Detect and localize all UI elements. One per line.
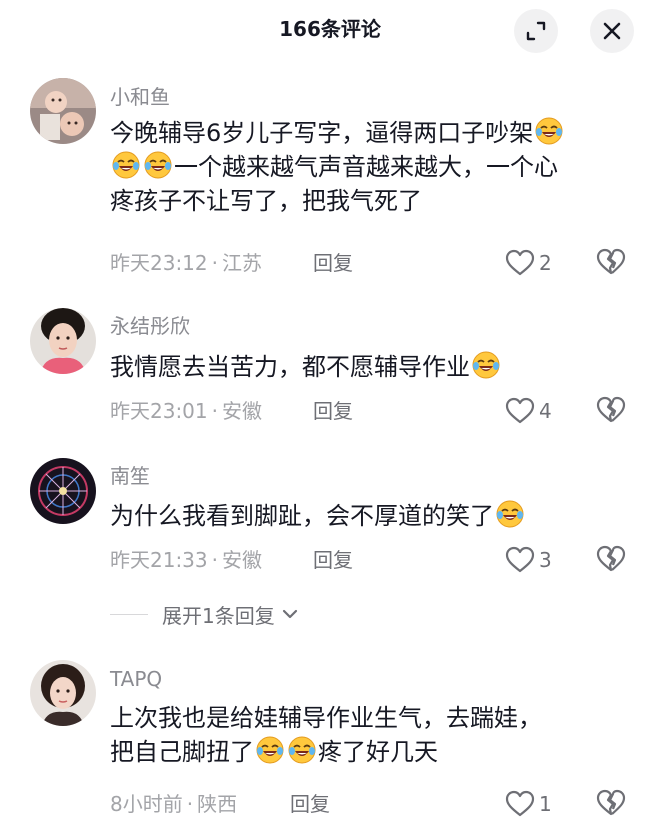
comment-time: 昨天23:12 [110, 251, 208, 275]
close-icon [603, 22, 621, 40]
laughing-crying-emoji-icon [472, 351, 500, 379]
comment-line: 我情愿去当苦力，都不愿辅导作业 [110, 350, 640, 384]
comment-text-segment: 为什么我看到脚趾，会不厚道的笑了 [110, 502, 494, 530]
comment-meta: 8小时前 · 陕西 [110, 792, 238, 816]
like-count: 3 [539, 548, 552, 572]
reply-button[interactable]: 回复 [313, 397, 353, 425]
comment-line: 为什么我看到脚趾，会不厚道的笑了 [110, 499, 640, 533]
laughing-crying-emoji-icon [288, 736, 316, 764]
expand-replies-label: 展开1条回复 [162, 603, 275, 628]
broken-heart-icon [596, 396, 626, 423]
like-button[interactable]: 2 [505, 248, 552, 278]
comment-text-segment: 把自己脚扭了 [110, 738, 254, 766]
comment-line: 今晚辅导6岁儿子写字，逼得两口子吵架 [110, 116, 640, 150]
comment-meta: 昨天23:01 · 安徽 [110, 399, 262, 423]
comments-header: 166条评论 [0, 0, 660, 64]
close-button[interactable] [590, 9, 634, 53]
avatar[interactable] [30, 458, 96, 524]
comment-line: 一个越来越气声音越来越大，一个心 [110, 150, 640, 184]
comment-line: 把自己脚扭了 疼了好几天 [110, 735, 640, 769]
dislike-button[interactable] [596, 789, 626, 819]
laughing-crying-emoji-icon [144, 151, 172, 179]
chevron-down-icon [282, 609, 297, 619]
comment-time: 8小时前 [110, 792, 183, 816]
comment-text-segment: 今晚辅导6岁儿子写字，逼得两口子吵架 [110, 119, 534, 147]
dislike-button[interactable] [596, 248, 626, 278]
heart-outline-icon [505, 546, 535, 573]
comment-username[interactable]: 永结彤欣 [110, 313, 190, 339]
heart-outline-icon [505, 397, 535, 424]
dislike-button[interactable] [596, 545, 626, 575]
comment-meta: 昨天23:12 · 江苏 [110, 251, 262, 275]
comment-text: 上次我也是给娃辅导作业生气，去踹娃， 把自己脚扭了 疼了好几天 [110, 701, 640, 769]
comments-count-title: 166条评论 [279, 17, 381, 41]
expand-replies-button[interactable]: 展开1条回复 [110, 598, 299, 630]
like-count: 4 [539, 399, 552, 423]
like-count: 2 [539, 251, 552, 275]
like-button[interactable]: 1 [505, 789, 552, 819]
comment-meta: 昨天21:33 · 安徽 [110, 548, 262, 572]
comment-text: 我情愿去当苦力，都不愿辅导作业 [110, 350, 640, 384]
laughing-crying-emoji-icon [535, 117, 563, 145]
comment-location: 陕西 [197, 792, 238, 816]
reply-button[interactable]: 回复 [313, 249, 353, 277]
like-button[interactable]: 4 [505, 396, 552, 426]
comment-username[interactable]: 南笙 [110, 463, 150, 489]
comment-text-segment: 疼了好几天 [318, 738, 438, 766]
expand-icon [526, 21, 546, 41]
like-button[interactable]: 3 [505, 545, 552, 575]
comment-location: 安徽 [222, 399, 262, 423]
reply-button[interactable]: 回复 [313, 546, 353, 574]
comment-text: 为什么我看到脚趾，会不厚道的笑了 [110, 499, 640, 533]
heart-outline-icon [505, 790, 535, 817]
broken-heart-icon [596, 248, 626, 275]
avatar[interactable] [30, 308, 96, 374]
broken-heart-icon [596, 545, 626, 572]
heart-outline-icon [505, 249, 535, 276]
comment-text-segment: 我情愿去当苦力，都不愿辅导作业 [110, 353, 470, 381]
broken-heart-icon [596, 789, 626, 816]
like-count: 1 [539, 792, 552, 816]
dislike-button[interactable] [596, 396, 626, 426]
comment-location: 江苏 [222, 251, 262, 275]
laughing-crying-emoji-icon [112, 151, 140, 179]
expand-button[interactable] [514, 9, 558, 53]
comment-line: 疼孩子不让写了，把我气死了 [110, 187, 422, 215]
divider-line [110, 613, 148, 615]
laughing-crying-emoji-icon [496, 500, 524, 528]
comment-time: 昨天21:33 [110, 548, 208, 572]
comment-username[interactable]: TAPQ [110, 666, 162, 692]
reply-button[interactable]: 回复 [290, 790, 330, 818]
comment-text: 今晚辅导6岁儿子写字，逼得两口子吵架 一个越来越气声音越来越大，一个心 疼孩子不… [110, 116, 640, 218]
comment-text-segment: 一个越来越气声音越来越大，一个心 [174, 153, 558, 181]
avatar[interactable] [30, 660, 96, 726]
comment-username[interactable]: 小和鱼 [110, 84, 170, 110]
comment-time: 昨天23:01 [110, 399, 208, 423]
comment-location: 安徽 [222, 548, 262, 572]
avatar[interactable] [30, 78, 96, 144]
laughing-crying-emoji-icon [256, 736, 284, 764]
comment-line: 上次我也是给娃辅导作业生气，去踹娃， [110, 704, 542, 732]
